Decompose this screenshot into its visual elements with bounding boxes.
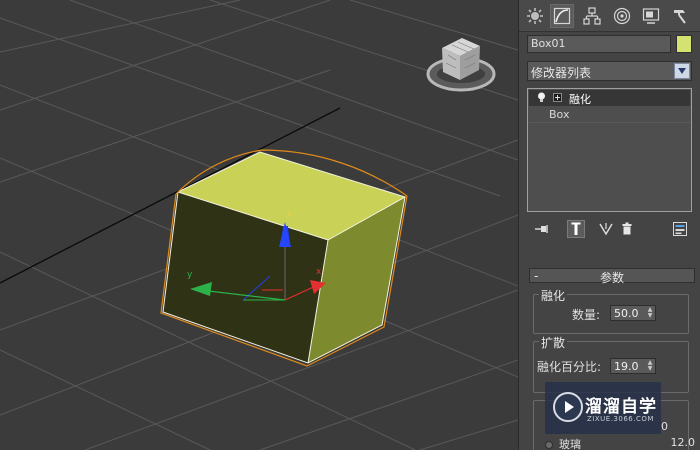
motion-tab[interactable]	[610, 4, 634, 28]
command-panel-tabs	[519, 0, 700, 32]
melt-percent-spinner[interactable]: 19.0 ▲ ▼	[610, 358, 656, 374]
pin-stack-button[interactable]	[533, 220, 551, 238]
melt-percent-label: 融化百分比:	[537, 360, 602, 374]
amount-value: 50.0	[614, 307, 639, 320]
box01-mesh[interactable]	[162, 151, 407, 364]
object-color-swatch[interactable]	[676, 35, 692, 53]
solidity-value: 12.0	[670, 436, 696, 449]
viewcube-icon[interactable]	[426, 38, 496, 92]
object-name-field[interactable]: Box01	[527, 35, 671, 53]
viewport-scene: z y x	[0, 0, 518, 450]
modifier-list-label: 修改器列表	[531, 66, 592, 80]
monitor-icon	[642, 8, 660, 24]
spinner-arrows-icon[interactable]: ▲ ▼	[645, 306, 655, 320]
configure-modifier-sets-button[interactable]	[671, 220, 689, 238]
spinner-arrows-icon[interactable]: ▲ ▼	[645, 359, 655, 373]
group-title: 融化	[539, 287, 568, 304]
modify-curve-icon	[553, 7, 571, 25]
utilities-tab[interactable]	[667, 4, 691, 28]
watermark: 溜溜自学 ZIXUE.3066.COM	[545, 382, 661, 434]
modifier-list-dropdown[interactable]: 修改器列表	[527, 61, 692, 81]
hammer-icon	[674, 10, 686, 24]
rollout-title: 参数	[599, 271, 624, 285]
create-tab[interactable]	[523, 4, 547, 28]
chevron-down-icon	[674, 63, 690, 79]
trash-icon	[622, 222, 632, 235]
pin-icon	[535, 225, 548, 233]
play-logo-icon	[553, 392, 583, 422]
radio-button[interactable]	[545, 441, 553, 449]
display-tab[interactable]	[639, 4, 663, 28]
hierarchy-icon	[583, 7, 601, 25]
make-unique-icon	[599, 223, 613, 236]
perspective-viewport[interactable]: z y x	[0, 0, 518, 450]
remove-modifier-button[interactable]	[618, 220, 636, 238]
gizmo-x-label: x	[316, 267, 322, 277]
group-title: 扩散	[539, 334, 568, 351]
solidity-partial-value: 0	[661, 420, 668, 433]
make-unique-button[interactable]	[597, 220, 615, 238]
melt-percent-value: 19.0	[614, 360, 639, 373]
stack-item-label: Box	[549, 108, 570, 121]
gizmo-y-label: y	[187, 270, 193, 280]
stack-item-box[interactable]: Box	[529, 107, 690, 123]
configure-sets-icon	[673, 222, 687, 236]
modifier-stack: 融化 Box	[527, 88, 692, 212]
show-end-result-button[interactable]	[567, 220, 585, 238]
expand-plus-icon[interactable]	[553, 93, 562, 102]
gizmo-z-label: z	[287, 209, 291, 218]
sun-icon	[527, 8, 543, 24]
stack-item-label: 融化	[569, 93, 591, 106]
stack-item-melt[interactable]: 融化	[529, 90, 690, 106]
watermark-url: ZIXUE.3066.COM	[587, 415, 654, 423]
amount-spinner[interactable]: 50.0 ▲ ▼	[610, 305, 656, 321]
watermark-title: 溜溜自学	[585, 397, 657, 417]
stack-toolbar	[527, 218, 692, 240]
solidity-radio-glass[interactable]: 玻璃 12.0	[545, 436, 695, 450]
amount-label: 数量:	[572, 308, 601, 322]
parameters-rollout-header[interactable]: - 参数	[529, 268, 695, 285]
lightbulb-icon[interactable]	[537, 92, 546, 103]
radio-label: 玻璃	[559, 438, 581, 450]
motion-icon	[613, 7, 631, 25]
hierarchy-tab[interactable]	[580, 4, 604, 28]
modify-tab[interactable]	[550, 4, 574, 28]
end-result-icon	[571, 222, 581, 235]
